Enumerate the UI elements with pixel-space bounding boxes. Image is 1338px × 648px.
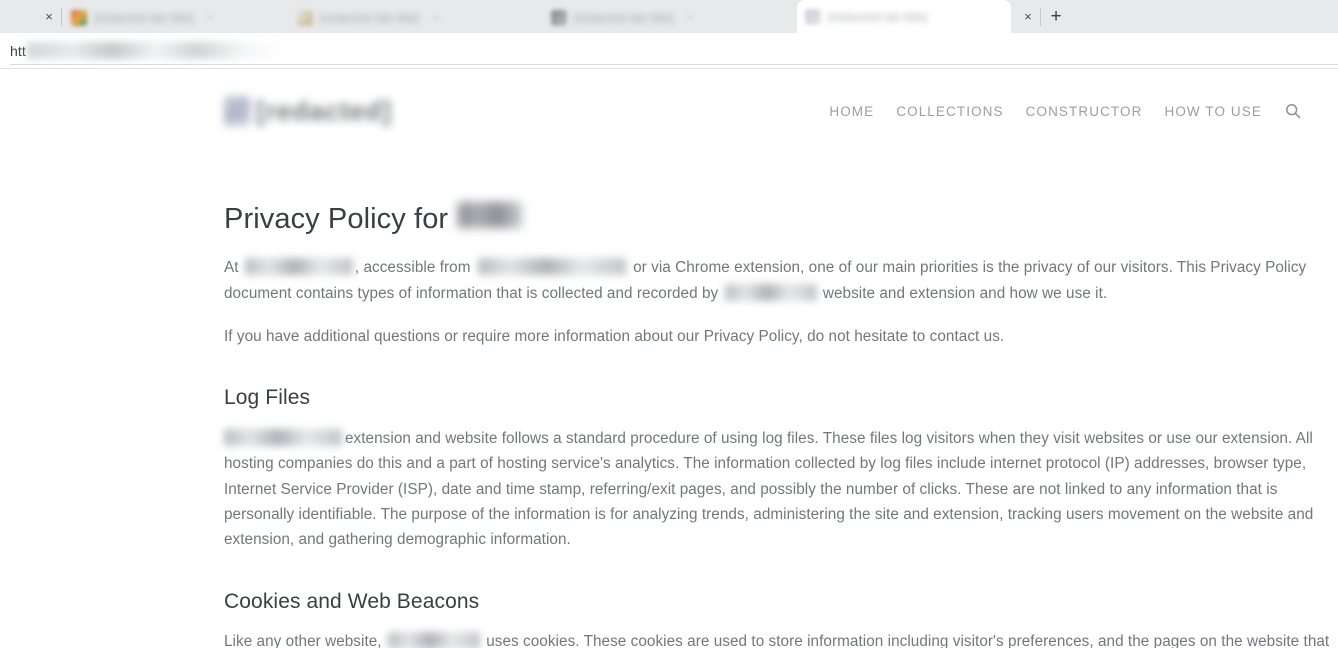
tab-close-icon[interactable]: × bbox=[202, 10, 218, 26]
nav-item-collections[interactable]: COLLECTIONS bbox=[896, 104, 1003, 119]
intro-paragraph: At , accessible from or via Chrome exten… bbox=[224, 255, 1336, 306]
new-tab-button[interactable]: + bbox=[1042, 0, 1070, 33]
tabstrip-divider bbox=[1040, 7, 1041, 26]
tab-title: [redacted tab title] bbox=[574, 11, 674, 25]
browser-tab[interactable]: [redacted tab title] × bbox=[543, 3, 797, 33]
cookies-body-before: Like any other website, bbox=[224, 633, 382, 648]
intro-part-2: , accessible from bbox=[354, 259, 471, 277]
browser-tab[interactable]: [redacted tab title] × bbox=[63, 3, 289, 33]
intro-part-4: website and extension and how we use it. bbox=[822, 284, 1108, 302]
tabstrip-controls: × + bbox=[1011, 0, 1070, 33]
section-heading-log-files: Log Files bbox=[224, 386, 311, 410]
page-title: Privacy Policy for bbox=[224, 201, 1336, 237]
address-bar-text: htt bbox=[10, 42, 26, 59]
tab-title: [redacted tab title] bbox=[320, 11, 420, 25]
tab-favicon-icon bbox=[551, 10, 567, 26]
site-logo[interactable]: [redacted] bbox=[224, 92, 392, 130]
search-icon[interactable] bbox=[1284, 102, 1302, 120]
tab-close-icon[interactable]: × bbox=[682, 10, 698, 26]
page-title-text: Privacy Policy for bbox=[224, 203, 449, 235]
address-bar-input[interactable]: htt bbox=[10, 38, 1338, 65]
site-header: [redacted] HOME COLLECTIONS CONSTRUCTOR … bbox=[0, 69, 1338, 131]
browser-tabstrip: × [redacted tab title] × [redacted tab t… bbox=[0, 0, 1338, 33]
log-files-body: extension and website follows a standard… bbox=[224, 429, 1314, 549]
section-heading-cookies: Cookies and Web Beacons bbox=[224, 589, 480, 613]
brand-redaction bbox=[244, 258, 353, 276]
tabstrip-close-icon[interactable]: × bbox=[38, 0, 60, 33]
nav-item-how-to-use[interactable]: HOW TO USE bbox=[1164, 104, 1262, 119]
page-content: Privacy Policy for At , accessible from … bbox=[0, 201, 1338, 648]
tab-favicon-icon bbox=[805, 8, 821, 25]
web-page: [redacted] HOME COLLECTIONS CONSTRUCTOR … bbox=[0, 69, 1338, 648]
cookies-paragraph: Like any other website, uses cookies. Th… bbox=[224, 629, 1336, 648]
browser-toolbar: htt bbox=[0, 33, 1338, 69]
logo-mark-icon bbox=[224, 96, 250, 126]
page-title-redaction bbox=[458, 202, 523, 228]
browser-chrome: × [redacted tab title] × [redacted tab t… bbox=[0, 0, 1338, 69]
logo-text: [redacted] bbox=[256, 96, 392, 126]
brand-redaction bbox=[224, 428, 342, 446]
tab-title: [redacted tab title] bbox=[94, 11, 194, 25]
contact-paragraph: If you have additional questions or requ… bbox=[224, 328, 1005, 346]
address-bar-redaction bbox=[26, 42, 277, 59]
brand-redaction bbox=[387, 632, 480, 648]
tabstrip-left-padding bbox=[0, 0, 38, 33]
tabstrip-divider bbox=[61, 7, 62, 26]
intro-part-1: At bbox=[224, 259, 239, 277]
browser-tab-active[interactable]: [redacted tab title] bbox=[797, 0, 1011, 33]
active-tab-close-icon[interactable]: × bbox=[1017, 0, 1039, 33]
tab-close-icon[interactable]: × bbox=[428, 10, 444, 26]
log-files-paragraph: extension and website follows a standard… bbox=[224, 426, 1336, 553]
browser-tab[interactable]: [redacted tab title] × bbox=[289, 3, 543, 33]
tab-title: [redacted tab title] bbox=[828, 9, 928, 24]
brand-redaction bbox=[724, 283, 817, 301]
nav-item-constructor[interactable]: CONSTRUCTOR bbox=[1026, 104, 1143, 119]
main-navigation: HOME COLLECTIONS CONSTRUCTOR HOW TO USE bbox=[829, 102, 1324, 120]
url-redaction bbox=[477, 258, 626, 276]
tab-favicon-icon bbox=[71, 10, 87, 26]
tab-favicon-icon bbox=[297, 10, 313, 26]
nav-item-home[interactable]: HOME bbox=[829, 104, 874, 119]
toolbar-divider bbox=[10, 63, 1338, 65]
